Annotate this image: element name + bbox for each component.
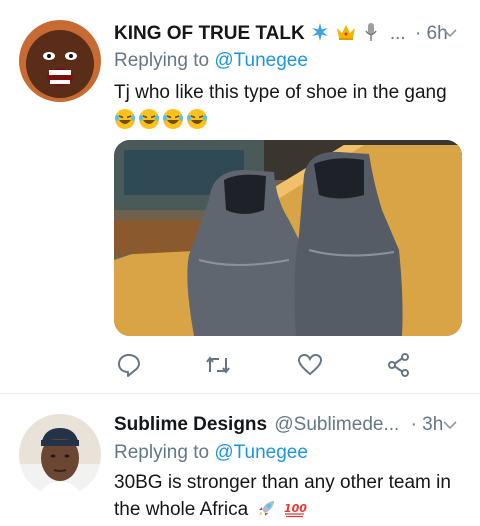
replying-prefix: Replying to [114, 50, 210, 71]
sparkle-emoji [310, 22, 330, 42]
laughing-tears-emoji [138, 108, 160, 135]
laughing-tears-emoji [162, 108, 184, 135]
tweet-text: 30BG is stronger than any other team in … [114, 469, 474, 526]
avatar[interactable] [19, 414, 101, 496]
svg-text:100: 100 [284, 502, 307, 515]
replying-handle-link[interactable]: @Tunegee [214, 442, 308, 463]
replying-prefix: Replying to [114, 442, 210, 463]
laughing-tears-emoji [186, 108, 208, 135]
author-name[interactable]: Sublime Designs [114, 414, 267, 435]
rocket-emoji [257, 498, 277, 526]
tweet-1[interactable]: KING OF TRUE TALK ... · 6h Replying to @… [0, 0, 480, 392]
like-icon[interactable] [297, 352, 325, 380]
tweet-photo[interactable] [114, 140, 462, 336]
tweet-header: KING OF TRUE TALK ... · 6h [114, 21, 448, 46]
tweet-header: Sublime Designs @Sublimede... · 3h [114, 413, 443, 437]
author-name[interactable]: KING OF TRUE TALK [114, 23, 305, 44]
tweet-text: Tj who like this type of shoe in the gan… [114, 82, 447, 103]
tweet-actions [114, 352, 454, 380]
replying-to: Replying to @Tunegee [114, 441, 308, 465]
tweet-text-segment: the whole Africa [114, 499, 249, 520]
chevron-down-icon[interactable] [443, 418, 457, 430]
retweet-icon[interactable] [204, 352, 232, 380]
reply-icon[interactable] [116, 352, 144, 380]
chevron-down-icon[interactable] [443, 26, 457, 38]
share-icon[interactable] [386, 352, 414, 380]
tweet-timestamp[interactable]: · 3h [411, 414, 444, 435]
name-ellipsis: ... [389, 23, 406, 44]
tweet-2[interactable]: Sublime Designs @Sublimede... · 3h Reply… [0, 394, 480, 520]
author-handle[interactable]: @Sublimede... [274, 414, 399, 435]
tweet-text-line: 30BG is stronger than any other team in [114, 472, 451, 493]
crown-emoji [335, 22, 357, 42]
replying-handle-link[interactable]: @Tunegee [214, 50, 308, 71]
tweet-text-line: the whole Africa 100 [114, 496, 474, 526]
laughing-tears-emoji [114, 108, 136, 135]
tweet-emoji-row [114, 108, 208, 135]
microphone-emoji [363, 21, 379, 43]
replying-to: Replying to @Tunegee [114, 49, 308, 73]
avatar[interactable] [19, 20, 101, 102]
hundred-points-emoji: 100 [283, 498, 307, 526]
